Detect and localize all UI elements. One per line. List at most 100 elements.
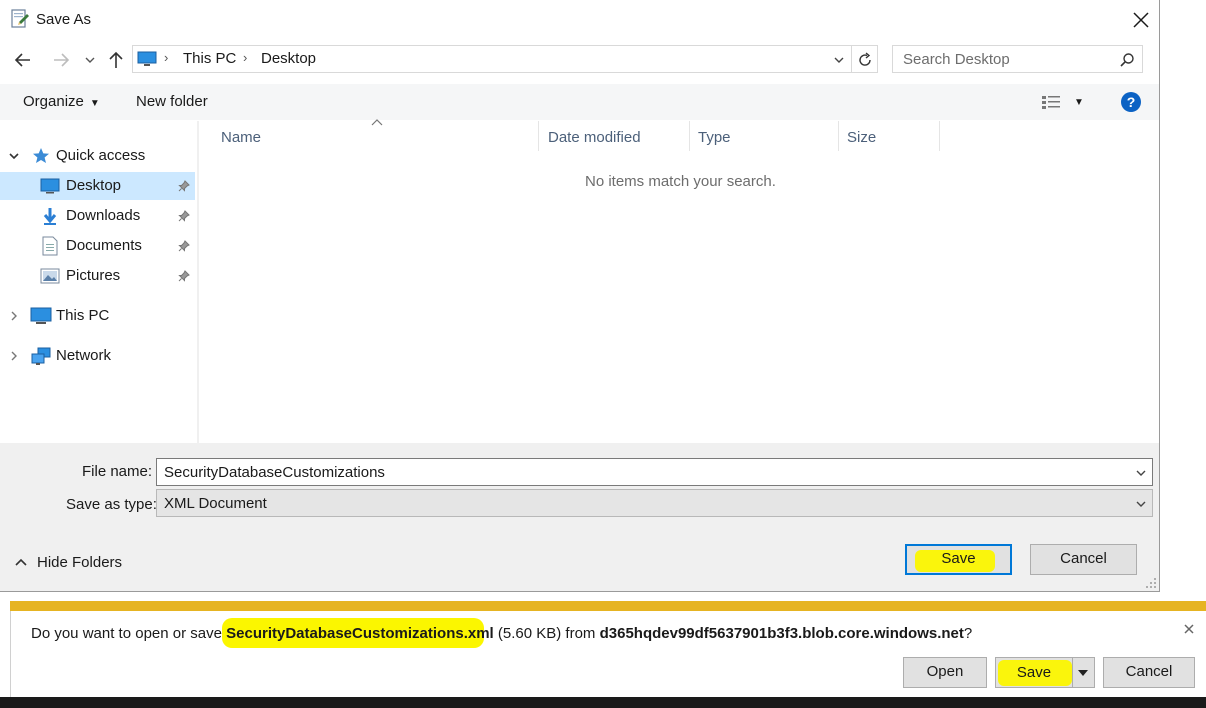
computer-icon bbox=[30, 307, 52, 325]
file-name-label: File name: bbox=[82, 463, 153, 480]
save-as-icon bbox=[9, 8, 31, 30]
command-toolbar: Organize ▼ New folder ▼ ? bbox=[0, 84, 1159, 120]
download-message-prefix: Do you want to open or save bbox=[31, 625, 227, 642]
pin-icon[interactable] bbox=[178, 210, 190, 222]
nav-item-desktop-label: Desktop bbox=[66, 177, 122, 194]
chevron-up-icon[interactable] bbox=[14, 556, 28, 568]
up-arrow-icon[interactable] bbox=[106, 49, 126, 71]
empty-message: No items match your search. bbox=[585, 173, 776, 190]
chevron-down-icon: ▼ bbox=[89, 98, 100, 109]
search-placeholder: Search Desktop bbox=[903, 51, 1010, 68]
chevron-down-icon[interactable] bbox=[1076, 668, 1090, 678]
search-icon[interactable] bbox=[1119, 52, 1135, 68]
chevron-down-icon[interactable] bbox=[833, 54, 845, 66]
computer-icon bbox=[137, 51, 157, 67]
column-divider[interactable] bbox=[939, 121, 940, 151]
breadcrumb-this-pc[interactable]: This PC bbox=[183, 50, 236, 67]
nav-this-pc-label: This PC bbox=[56, 307, 110, 324]
pane-divider[interactable] bbox=[197, 121, 199, 443]
chevron-right-icon[interactable] bbox=[8, 310, 20, 322]
download-host: d365hqdev99df5637901b3f3.blob.core.windo… bbox=[599, 625, 964, 642]
organize-label: Organize bbox=[23, 93, 84, 110]
nav-this-pc[interactable]: This PC bbox=[0, 302, 197, 330]
refresh-button[interactable] bbox=[852, 45, 878, 73]
column-header-type[interactable]: Type bbox=[698, 129, 731, 146]
pin-icon[interactable] bbox=[178, 240, 190, 252]
address-bar[interactable]: › This PC › Desktop bbox=[132, 45, 852, 73]
column-header-date-modified[interactable]: Date modified bbox=[548, 129, 641, 146]
recent-dropdown-icon[interactable] bbox=[84, 54, 96, 66]
taskbar-edge bbox=[0, 697, 1206, 708]
organize-button[interactable]: Organize ▼ bbox=[23, 93, 100, 110]
close-icon[interactable] bbox=[1128, 7, 1154, 33]
breadcrumb-separator: › bbox=[243, 50, 248, 65]
breadcrumb-separator: › bbox=[164, 50, 169, 65]
download-filename: SecurityDatabaseCustomizations.xml bbox=[226, 625, 494, 642]
nav-item-pictures-label: Pictures bbox=[66, 267, 121, 284]
nav-item-desktop[interactable]: Desktop bbox=[0, 172, 195, 200]
window-title: Save As bbox=[36, 11, 92, 28]
download-save-split-button: Save bbox=[995, 657, 1095, 688]
cancel-button[interactable]: Cancel bbox=[1030, 544, 1137, 575]
help-icon[interactable]: ? bbox=[1120, 91, 1142, 113]
column-header-name[interactable]: Name bbox=[221, 129, 261, 146]
navigation-pane: Quick access Desktop Downloads Documents… bbox=[0, 121, 197, 443]
save-button-label: Save bbox=[941, 550, 976, 567]
breadcrumb-desktop[interactable]: Desktop bbox=[261, 50, 316, 67]
forward-arrow-icon[interactable] bbox=[50, 50, 72, 70]
resize-grip-icon[interactable] bbox=[1145, 577, 1157, 589]
star-icon bbox=[32, 147, 50, 165]
view-dropdown-icon[interactable]: ▼ bbox=[1074, 97, 1084, 108]
svg-text:?: ? bbox=[1127, 94, 1136, 110]
document-icon bbox=[41, 236, 59, 256]
close-icon[interactable] bbox=[1182, 622, 1196, 636]
open-button[interactable]: Open bbox=[903, 657, 987, 688]
download-size: (5.60 KB) from bbox=[493, 625, 600, 642]
desktop-icon bbox=[40, 178, 60, 194]
save-as-type-label: Save as type: bbox=[66, 496, 157, 513]
download-message: Do you want to open or save SecurityData… bbox=[31, 625, 972, 642]
download-cancel-button[interactable]: Cancel bbox=[1103, 657, 1195, 688]
column-header-size[interactable]: Size bbox=[847, 129, 876, 146]
nav-item-downloads[interactable]: Downloads bbox=[0, 202, 195, 230]
save-as-type-select[interactable]: XML Document bbox=[156, 489, 1153, 517]
download-icon bbox=[40, 206, 60, 226]
file-name-value: SecurityDatabaseCustomizations bbox=[164, 464, 385, 481]
file-name-input[interactable]: SecurityDatabaseCustomizations bbox=[156, 458, 1153, 486]
chevron-down-icon[interactable] bbox=[1135, 467, 1147, 479]
column-divider[interactable] bbox=[689, 121, 690, 151]
pictures-icon bbox=[40, 267, 60, 285]
pin-icon[interactable] bbox=[178, 270, 190, 282]
chevron-right-icon[interactable] bbox=[8, 350, 20, 362]
download-save-button[interactable]: Save bbox=[996, 658, 1072, 687]
save-button[interactable]: Save bbox=[905, 544, 1012, 575]
back-arrow-icon[interactable] bbox=[12, 50, 34, 70]
new-folder-button[interactable]: New folder bbox=[136, 93, 208, 110]
search-input[interactable]: Search Desktop bbox=[892, 45, 1143, 73]
nav-item-documents-label: Documents bbox=[66, 237, 142, 254]
download-save-label: Save bbox=[1016, 664, 1052, 681]
hide-folders-button[interactable]: Hide Folders bbox=[37, 554, 122, 571]
column-divider[interactable] bbox=[538, 121, 539, 151]
nav-quick-access[interactable]: Quick access bbox=[0, 142, 197, 170]
refresh-icon bbox=[857, 52, 873, 68]
sort-ascending-icon bbox=[370, 117, 384, 127]
nav-item-downloads-label: Downloads bbox=[66, 207, 141, 224]
nav-quick-access-label: Quick access bbox=[56, 147, 146, 164]
network-icon bbox=[30, 346, 52, 366]
column-divider[interactable] bbox=[838, 121, 839, 151]
chevron-down-icon[interactable] bbox=[1135, 498, 1147, 510]
split-divider bbox=[1072, 658, 1073, 687]
nav-network-label: Network bbox=[56, 347, 112, 364]
background-strip bbox=[1161, 0, 1206, 592]
chevron-down-icon[interactable] bbox=[8, 150, 20, 162]
save-as-type-value: XML Document bbox=[164, 495, 267, 512]
download-suffix: ? bbox=[963, 625, 973, 642]
nav-network[interactable]: Network bbox=[0, 342, 197, 370]
nav-item-documents[interactable]: Documents bbox=[0, 232, 195, 260]
view-options-icon[interactable] bbox=[1041, 93, 1063, 111]
notification-bar-border bbox=[10, 601, 1206, 611]
pin-icon[interactable] bbox=[178, 180, 190, 192]
save-as-dialog: Save As › This PC › Desktop Search Deskt… bbox=[0, 0, 1160, 592]
nav-item-pictures[interactable]: Pictures bbox=[0, 262, 195, 290]
